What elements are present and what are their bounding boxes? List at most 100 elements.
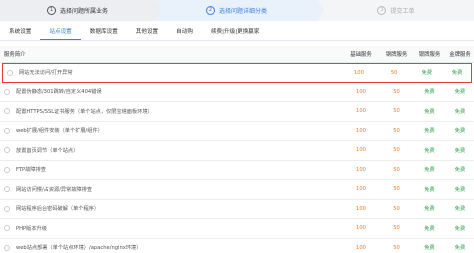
radio-button[interactable] xyxy=(4,244,10,251)
price-steel: 50 xyxy=(390,69,398,76)
service-name: web站点部署（单个站点环境）/apache/nginx环境） xyxy=(16,245,142,252)
price-basic: 100 xyxy=(356,186,366,193)
price-basic: 100 xyxy=(354,69,364,76)
price-basic: 100 xyxy=(356,244,366,251)
radio-button[interactable] xyxy=(4,147,10,154)
table-row[interactable]: 网站程序后台密码破解（单个程序） 100 50 免费 免费 xyxy=(0,200,474,219)
service-cell: 配置HTTPS/SSL证书服务（单个站点，仅限宝塔面板环境） xyxy=(0,108,342,115)
price-steel: 50 xyxy=(393,88,400,95)
table-header: 服务简介 基础服务 钢牌服务 银牌服务 金牌服务 xyxy=(0,46,474,63)
price-basic: 100 xyxy=(356,225,366,232)
service-cell: web站点部署（单个站点环境）/apache/nginx环境） xyxy=(0,244,342,251)
table-row[interactable]: web扩展/组件安装（单个扩展/组件） 100 50 免费 免费 xyxy=(0,122,474,141)
price-gold: 免费 xyxy=(454,167,466,174)
step-select-business[interactable]: 1 选择问题所属业务 xyxy=(0,0,161,21)
header-gold: 金牌服务 xyxy=(449,52,471,58)
price-gold: 免费 xyxy=(454,147,466,154)
price-gold: 免费 xyxy=(454,245,466,252)
service-cell: 网站程序后台密码破解（单个程序） xyxy=(0,205,342,212)
price-gold: 免费 xyxy=(454,225,466,232)
steps-bar: 1 选择问题所属业务 2 选择问题详细分类 3 提交工单 xyxy=(0,0,474,21)
tab-auto-purchase[interactable]: 自动购 xyxy=(167,24,202,40)
price-basic: 100 xyxy=(356,205,366,212)
tab-database-settings[interactable]: 数据库设置 xyxy=(81,24,127,40)
price-steel: 50 xyxy=(393,186,400,193)
category-tabs: 系统设置 站点设置 数据库设置 其他设置 自动购 续费|升级|更换赢家 xyxy=(0,24,474,41)
price-basic: 100 xyxy=(356,166,366,173)
price-steel: 50 xyxy=(393,205,400,212)
service-name: PHP版本升级 xyxy=(16,225,47,232)
price-silver: 免费 xyxy=(421,70,433,77)
table-row[interactable]: 配置伪静态/301跳转/自定义404错误 100 50 免费 免费 xyxy=(0,83,474,102)
table-row[interactable]: FTP故障排查 100 50 免费 免费 xyxy=(0,161,474,180)
service-cell: 配置伪静态/301跳转/自定义404错误 xyxy=(0,88,342,95)
service-cell: FTP故障排查 xyxy=(0,166,342,173)
service-name: FTP故障排查 xyxy=(16,167,46,174)
service-cell: PHP版本升级 xyxy=(0,225,342,232)
tab-site-settings[interactable]: 站点设置 xyxy=(40,24,81,40)
step-select-category[interactable]: 2 选择问题详细分类 xyxy=(155,0,324,21)
tab-renew-upgrade[interactable]: 续费|升级|更换赢家 xyxy=(202,24,269,40)
price-basic: 100 xyxy=(356,88,366,95)
price-basic: 100 xyxy=(356,108,366,115)
price-silver: 免费 xyxy=(424,225,435,232)
service-cell: 网站访问慢/占资源/异常故障排查 xyxy=(0,186,342,193)
price-silver: 免费 xyxy=(424,108,435,115)
price-basic: 100 xyxy=(356,127,366,134)
price-gold: 免费 xyxy=(454,108,466,115)
radio-button[interactable] xyxy=(4,166,10,173)
step-arrow xyxy=(318,0,324,20)
price-steel: 50 xyxy=(393,147,400,154)
step-submit-ticket[interactable]: 3 提交工单 xyxy=(318,0,474,21)
step-number: 2 xyxy=(205,6,215,15)
radio-button[interactable] xyxy=(4,108,10,115)
price-basic: 100 xyxy=(356,147,366,154)
price-silver: 免费 xyxy=(424,89,435,96)
price-steel: 50 xyxy=(393,244,400,251)
radio-button[interactable] xyxy=(7,69,13,76)
price-silver: 免费 xyxy=(424,147,435,154)
price-steel: 50 xyxy=(393,166,400,173)
table-row[interactable]: 配置HTTPS/SSL证书服务（单个站点，仅限宝塔面板环境） 100 50 免费 免费 xyxy=(0,102,474,122)
service-cell: 网站无法访问/打开异常 xyxy=(3,69,340,76)
header-basic: 基础服务 xyxy=(350,52,372,58)
tab-system-settings[interactable]: 系统设置 xyxy=(0,24,40,40)
step-label: 选择问题详细分类 xyxy=(218,8,267,15)
radio-button[interactable] xyxy=(4,225,10,232)
price-silver: 免费 xyxy=(424,245,435,252)
service-name: web扩展/组件安装（单个扩展/组件） xyxy=(16,128,103,135)
header-service: 服务简介 xyxy=(4,52,26,58)
service-cell: 放置首页调节（单个站点） xyxy=(0,147,342,154)
radio-button[interactable] xyxy=(4,205,10,212)
table-row[interactable]: web站点部署（单个站点环境）/apache/nginx环境） 100 50 免费 免费 xyxy=(0,239,474,253)
radio-button[interactable] xyxy=(4,127,10,134)
step-label: 选择问题所属业务 xyxy=(59,8,108,15)
radio-button[interactable] xyxy=(4,88,10,95)
table-row[interactable]: 网站无法访问/打开异常 100 50 免费 免费 xyxy=(2,63,472,83)
price-gold: 免费 xyxy=(454,128,466,135)
price-silver: 免费 xyxy=(424,186,435,193)
service-name: 配置HTTPS/SSL证书服务（单个站点，仅限宝塔面板环境） xyxy=(16,108,153,115)
step-number: 3 xyxy=(377,6,387,15)
table-row[interactable]: 网站访问慢/占资源/异常故障排查 100 50 免费 免费 xyxy=(0,180,474,200)
header-silver: 银牌服务 xyxy=(418,52,441,58)
step-label: 提交工单 xyxy=(390,8,415,15)
price-silver: 免费 xyxy=(424,167,435,174)
price-gold: 免费 xyxy=(454,89,466,96)
step-arrow xyxy=(155,0,161,20)
table-row[interactable]: 放置首页调节（单个站点） 100 50 免费 免费 xyxy=(0,141,474,161)
service-name: 网站无法访问/打开异常 xyxy=(19,70,73,77)
price-gold: 免费 xyxy=(454,186,466,193)
price-gold: 免费 xyxy=(454,206,466,213)
table-row[interactable]: PHP版本升级 100 50 免费 免费 xyxy=(0,219,474,239)
radio-button[interactable] xyxy=(4,186,10,193)
price-gold: 免费 xyxy=(451,70,463,77)
service-cell: web扩展/组件安装（单个扩展/组件） xyxy=(0,127,342,134)
price-silver: 免费 xyxy=(424,206,435,213)
price-steel: 50 xyxy=(393,108,400,115)
step-number: 1 xyxy=(46,6,56,15)
service-name: 网站程序后台密码破解（单个程序） xyxy=(16,206,100,213)
service-name: 配置伪静态/301跳转/自定义404错误 xyxy=(16,89,102,96)
header-steel: 钢牌服务 xyxy=(385,52,408,58)
tab-other-settings[interactable]: 其他设置 xyxy=(127,24,167,40)
